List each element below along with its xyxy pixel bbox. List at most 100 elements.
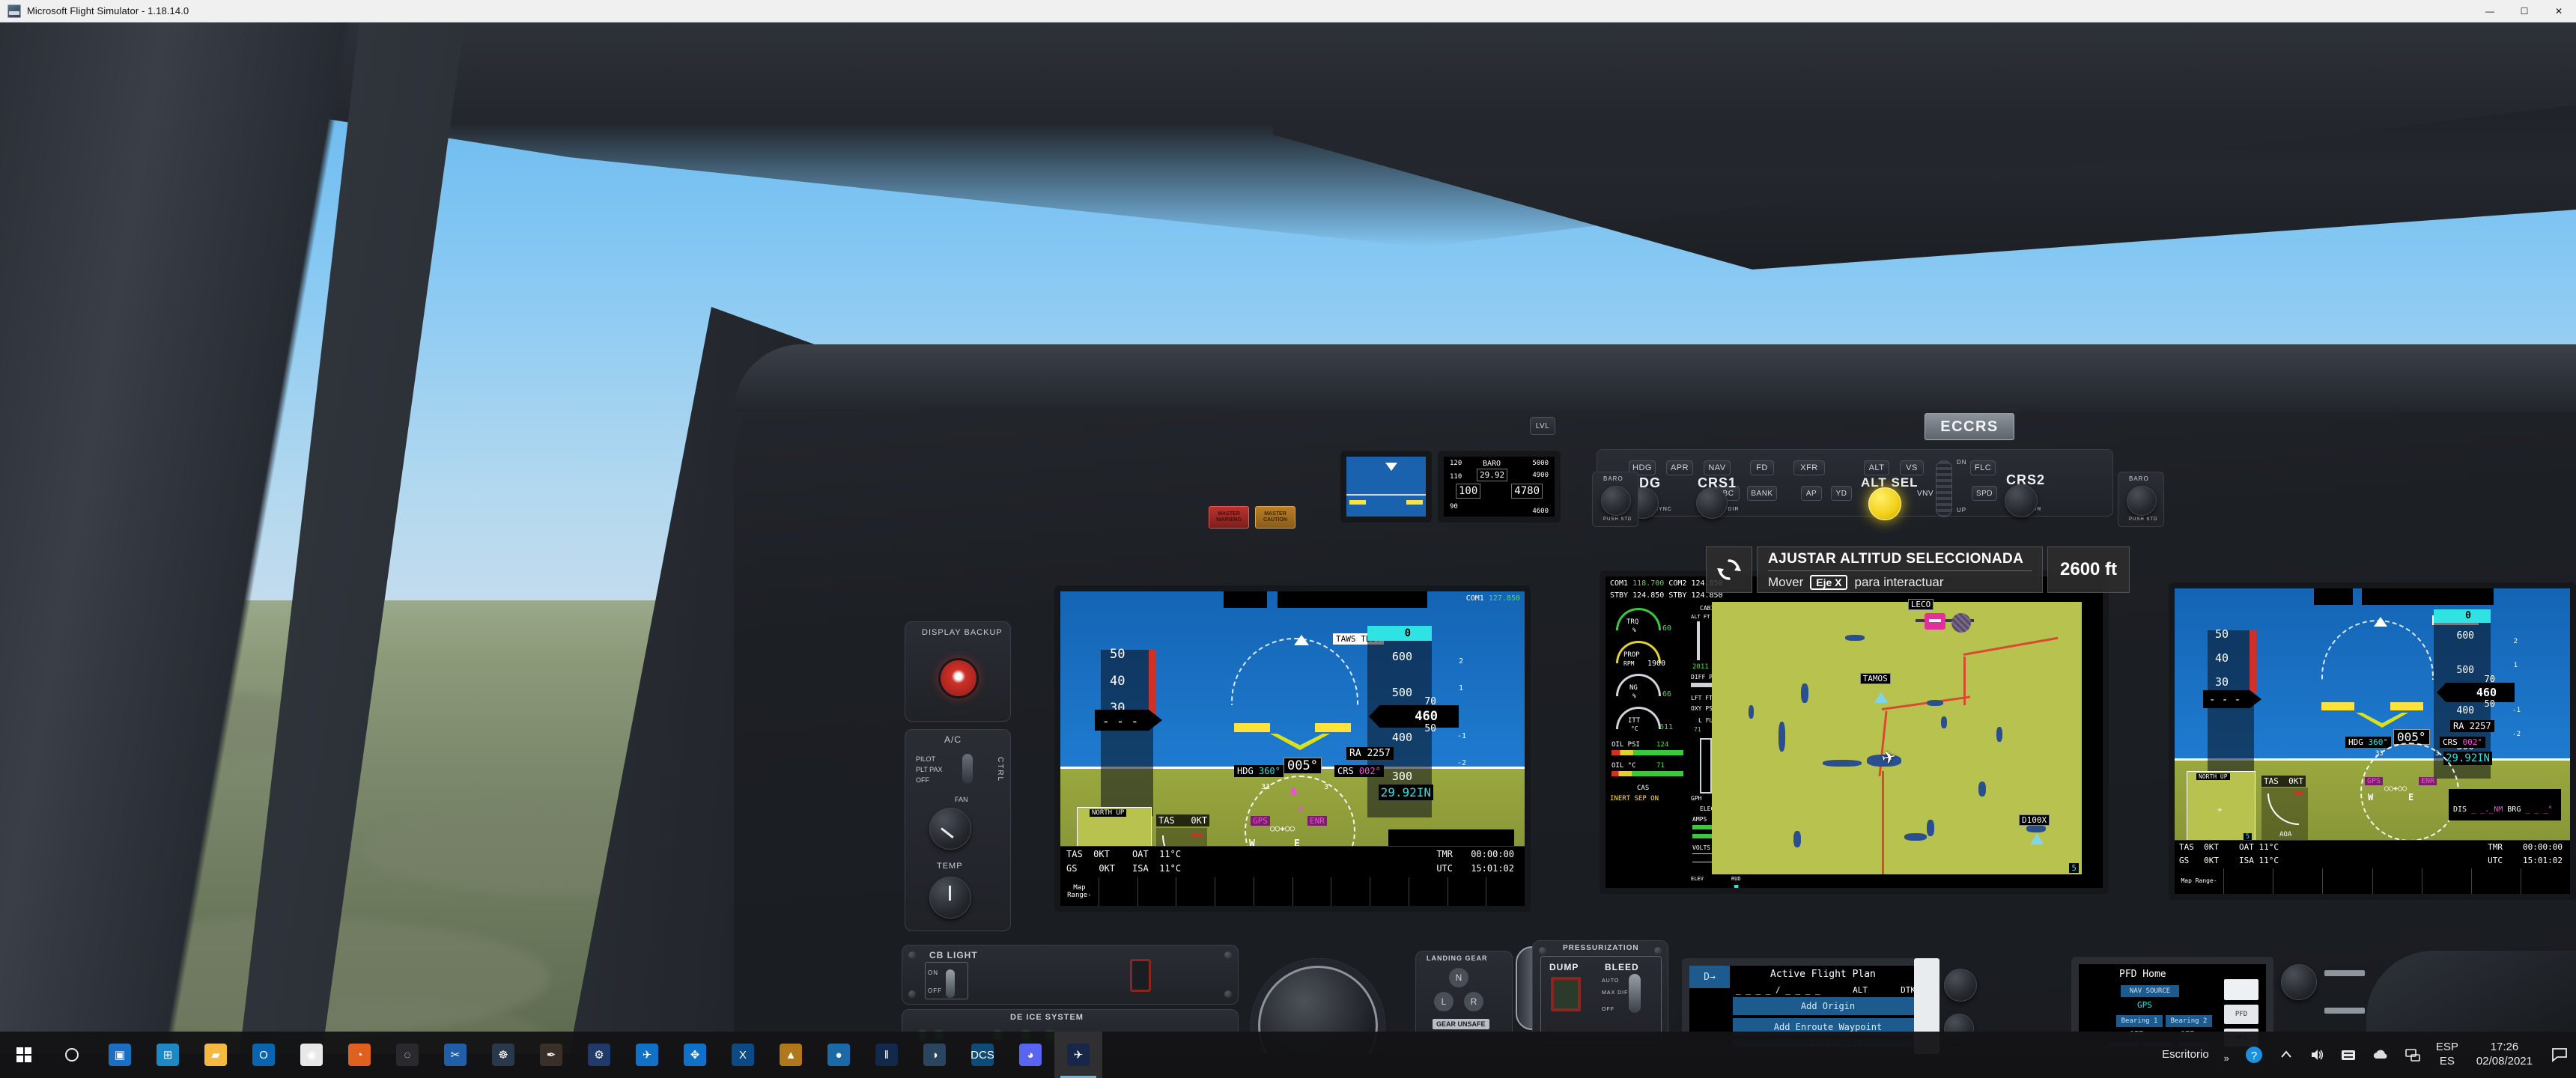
crs2-knob[interactable] <box>2005 484 2038 517</box>
file-explorer-icon[interactable]: ▰ <box>192 1032 240 1078</box>
gtn-row-add-origin[interactable]: Add Origin <box>1733 997 1923 1015</box>
help-circle-icon[interactable]: ? <box>2237 1032 2271 1078</box>
task-view-icon[interactable]: ▣ <box>96 1032 144 1078</box>
dcs-icon[interactable]: DCS <box>959 1032 1006 1078</box>
gtn-right-key-1[interactable] <box>2324 970 2365 976</box>
softkey-4[interactable] <box>1176 877 1215 906</box>
emergency-guarded-switch[interactable] <box>1130 959 1151 992</box>
steam-icon[interactable]: ☸ <box>479 1032 527 1078</box>
obs-icon[interactable]: ◌ <box>383 1032 431 1078</box>
show-hidden-icons-icon[interactable] <box>2271 1032 2301 1078</box>
bleed-lever[interactable] <box>1629 974 1641 1013</box>
ac-ctrl-switch[interactable] <box>962 754 973 784</box>
softkey-5[interactable] <box>1215 877 1254 906</box>
gtn-left-knob-outer[interactable] <box>1944 969 1977 1002</box>
volume-icon[interactable] <box>2301 1032 2333 1078</box>
bearing1-button[interactable]: Bearing 1 <box>2116 1015 2163 1027</box>
volanta-icon[interactable]: ◑ <box>911 1032 959 1078</box>
graphics-settings-icon[interactable] <box>2333 1032 2364 1078</box>
bearing2-button[interactable]: Bearing 2 <box>2166 1015 2212 1027</box>
msfs-icon[interactable]: ✈ <box>1054 1032 1102 1078</box>
close-button[interactable]: ✕ <box>2542 0 2576 22</box>
fan-knob[interactable] <box>929 808 971 850</box>
softkey-r8[interactable] <box>2521 868 2570 894</box>
window-title-bar[interactable]: Microsoft Flight Simulator - 1.18.14.0 —… <box>0 0 2576 22</box>
xplane-icon[interactable]: X <box>719 1032 767 1078</box>
ap-button-vs[interactable]: VS <box>1900 460 1924 475</box>
ap-button-apr[interactable]: APR <box>1666 460 1693 475</box>
master-warning-button[interactable]: MASTER WARNING <box>1209 506 1249 529</box>
desktop-peek-label[interactable]: Escritorio <box>2154 1032 2217 1078</box>
softkey-r3[interactable] <box>2273 868 2324 894</box>
primary-flight-display-left[interactable]: COM1 127.850 TAWS TEST 50 40 30 - - - 0 … <box>1054 585 1531 912</box>
windows-taskbar[interactable]: ▣ ⊞ ▰ O ◉ ◔ ◌ ✂ ☸ ✒ ⚙ ✈ ✥ X ▲ ● ‖ ◑ DCS ◕ ✈ Escritorio » ? <box>0 1032 2576 1078</box>
softkey-12[interactable] <box>1486 877 1525 906</box>
maximize-button[interactable]: ☐ <box>2507 0 2542 22</box>
discord-icon[interactable]: ◕ <box>1006 1032 1054 1078</box>
baro-knob-right[interactable] <box>2127 486 2157 516</box>
pfd-inset-map-r[interactable]: NORTH UP 5 ✈ <box>2187 771 2255 843</box>
ap-button-bank[interactable]: BANK <box>1747 486 1777 501</box>
settings-icon[interactable]: ⚙ <box>575 1032 623 1078</box>
softkey-6[interactable] <box>1254 877 1293 906</box>
dump-button[interactable] <box>1551 977 1581 1011</box>
softkey-11[interactable] <box>1448 877 1487 906</box>
softkey-r6[interactable] <box>2422 868 2472 894</box>
simbrief-icon[interactable]: ✥ <box>671 1032 719 1078</box>
nav-source-button[interactable]: NAV SOURCE <box>2121 985 2179 997</box>
pfd-softkey-bar[interactable]: Map Range- <box>1060 877 1525 906</box>
store-icon[interactable]: ⊞ <box>144 1032 192 1078</box>
softkey-map-range[interactable]: Map Range- <box>1060 877 1099 906</box>
softkey-9[interactable] <box>1370 877 1409 906</box>
navigraph-icon[interactable]: ✈ <box>623 1032 671 1078</box>
softkey-r2[interactable] <box>2224 868 2274 894</box>
network-icon[interactable] <box>2397 1032 2428 1078</box>
ap-button-alt[interactable]: ALT <box>1864 460 1889 475</box>
simulator-viewport[interactable]: ECCRS MASTER WARNING MASTER CAUTION DISP… <box>0 22 2576 1054</box>
ap-button-spd[interactable]: SPD <box>1972 486 1997 501</box>
tray-overflow-icon[interactable]: » <box>2217 1032 2237 1078</box>
taskbar-app-list[interactable]: ▣ ⊞ ▰ O ◉ ◔ ◌ ✂ ☸ ✒ ⚙ ✈ ✥ X ▲ ● ‖ ◑ DCS ◕ ✈ <box>96 1032 1102 1078</box>
cortana-search-icon[interactable] <box>48 1032 96 1078</box>
master-caution-button[interactable]: MASTER CAUTION <box>1255 506 1295 529</box>
primary-flight-display-right[interactable]: TAWS TEST 50 40 30 - - - 0 600 500 400 3… <box>2169 582 2576 900</box>
ap-button-nav[interactable]: NAV <box>1704 460 1731 475</box>
outlook-icon[interactable]: O <box>240 1032 288 1078</box>
gtn-right-softkey-top[interactable] <box>2224 979 2258 1000</box>
softkey-10[interactable] <box>1409 877 1448 906</box>
standby-attitude-indicator[interactable] <box>1340 451 1432 523</box>
softkey-r5[interactable] <box>2373 868 2422 894</box>
crs1-knob[interactable] <box>1696 487 1728 519</box>
spotify-icon[interactable]: ● <box>815 1032 863 1078</box>
ap-button-fd[interactable]: FD <box>1750 460 1774 475</box>
standby-air-data-display[interactable]: BARO 29.92 120 110 90 100 5000 4900 4780… <box>1438 451 1561 523</box>
multifunction-display[interactable]: COM1 118.700 COM2 124.850 STBY 124.850 S… <box>1600 570 2109 894</box>
softkey-8[interactable] <box>1331 877 1370 906</box>
softkey-map-range-r[interactable]: Map Range- <box>2175 868 2225 894</box>
ap-button-lvl[interactable]: LVL <box>1530 417 1555 435</box>
direct-to-button[interactable]: D→ <box>1689 966 1730 988</box>
pitch-wheel[interactable] <box>1936 460 1952 517</box>
krita-icon[interactable]: ✂ <box>431 1032 479 1078</box>
vatsim-icon[interactable]: ‖ <box>863 1032 911 1078</box>
softkey-r4[interactable] <box>2323 868 2373 894</box>
ap-button-ap[interactable]: AP <box>1801 486 1822 501</box>
onedrive-icon[interactable] <box>2364 1032 2397 1078</box>
gtn-button-pfd[interactable]: PFD <box>2224 1005 2258 1024</box>
language-indicator[interactable]: ESP ES <box>2428 1032 2466 1078</box>
system-tray[interactable]: Escritorio » ? ESP ES 17:26 02/08/2021 <box>2154 1032 2576 1078</box>
firefox-icon[interactable]: ◔ <box>335 1032 383 1078</box>
softkey-3[interactable] <box>1138 877 1177 906</box>
softkey-7[interactable] <box>1293 877 1332 906</box>
ap-button-flc[interactable]: FLC <box>1970 460 1996 475</box>
softkey-r7[interactable] <box>2472 868 2521 894</box>
ap-button-xfr[interactable]: XFR <box>1793 460 1825 475</box>
mfd-navigation-map[interactable]: LECO TAMOS D100X ✈ 5 <box>1712 599 2082 874</box>
temp-knob[interactable] <box>929 877 971 919</box>
baro-knob-left[interactable] <box>1601 486 1631 516</box>
display-backup-button[interactable] <box>938 658 979 698</box>
cb-light-switch[interactable] <box>946 969 955 998</box>
chrome-icon[interactable]: ◉ <box>288 1032 335 1078</box>
clock[interactable]: 17:26 02/08/2021 <box>2466 1032 2543 1078</box>
action-center-icon[interactable] <box>2543 1032 2576 1078</box>
